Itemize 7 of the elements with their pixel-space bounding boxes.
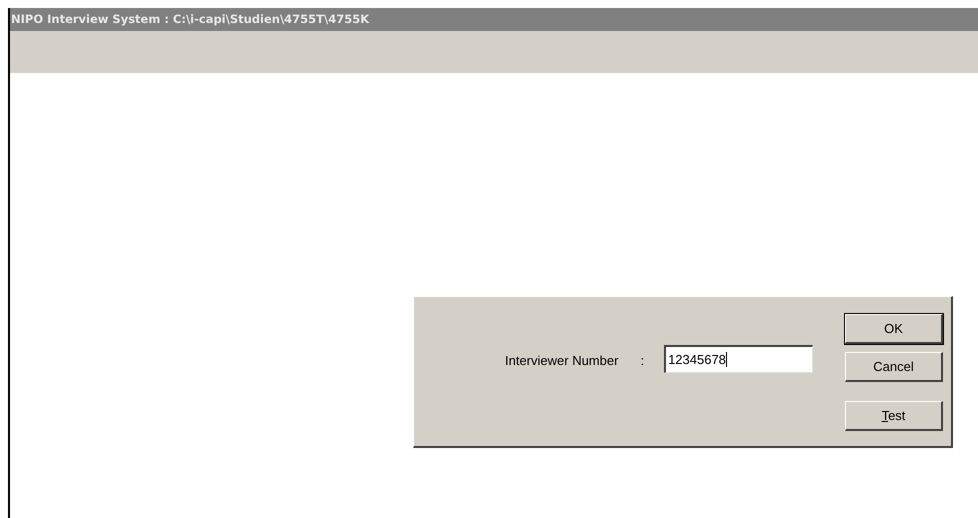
dialog-button[interactable]: Test: [845, 401, 943, 431]
default-button[interactable]: OK: [845, 314, 943, 344]
window-title: NIPO Interview System : C:\i-capi\Studien\4755T\4755K: [11, 10, 370, 28]
separator-colon: :: [640, 352, 644, 370]
input-field[interactable]: 12345678: [664, 345, 814, 373]
dialog-button[interactable]: Cancel: [845, 352, 943, 382]
field-label: Interviewer Number: [505, 352, 618, 370]
